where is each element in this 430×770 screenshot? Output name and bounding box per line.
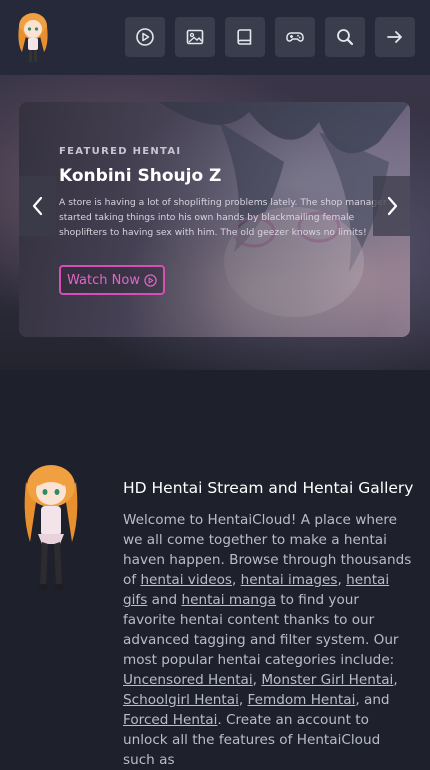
about-text: ,	[337, 572, 347, 588]
about-text: ,	[393, 672, 398, 688]
search-nav-button[interactable]	[325, 17, 365, 57]
videos-nav-button[interactable]	[125, 17, 165, 57]
manga-nav-button[interactable]	[225, 17, 265, 57]
watch-now-button[interactable]: Watch Now	[59, 265, 165, 295]
featured-description: A store is having a lot of shoplifting p…	[59, 197, 387, 238]
forced-hentai-link[interactable]: Forced Hentai	[123, 712, 217, 728]
site-logo[interactable]	[12, 10, 54, 64]
arrow-right-icon	[387, 31, 402, 43]
schoolgirl-hentai-link[interactable]: Schoolgirl Hentai	[123, 692, 239, 708]
next-slide-button[interactable]	[373, 176, 410, 236]
about-heading: HD Hentai Stream and Hentai Gallery	[123, 479, 414, 497]
search-icon	[337, 29, 354, 46]
chevron-left-icon	[32, 196, 42, 216]
play-icon	[136, 28, 154, 46]
hentai-videos-link[interactable]: hentai videos	[140, 572, 232, 588]
mascot-illustration	[16, 462, 86, 594]
chevron-right-icon	[387, 196, 397, 216]
featured-title[interactable]: Konbini Shoujo Z	[59, 166, 221, 186]
about-text: ,	[232, 572, 241, 588]
play-circle-icon	[144, 273, 157, 287]
previous-slide-button[interactable]	[19, 176, 56, 236]
top-navigation-bar	[0, 0, 430, 75]
about-text: and	[147, 592, 182, 608]
uncensored-hentai-link[interactable]: Uncensored Hentai	[123, 672, 253, 688]
login-nav-button[interactable]	[375, 17, 415, 57]
featured-slide[interactable]: FEATURED HENTAI Konbini Shoujo Z A store…	[19, 102, 410, 337]
gamepad-icon	[286, 32, 304, 42]
featured-label: FEATURED HENTAI	[59, 146, 182, 157]
about-text: , and	[355, 692, 390, 708]
image-icon	[186, 29, 204, 45]
about-text: ,	[238, 692, 248, 708]
hentai-manga-link[interactable]: hentai manga	[182, 592, 277, 608]
about-paragraph: Welcome to HentaiCloud! A place where we…	[123, 510, 415, 770]
images-nav-button[interactable]	[175, 17, 215, 57]
femdom-hentai-link[interactable]: Femdom Hentai	[248, 692, 356, 708]
book-icon	[237, 29, 252, 45]
monster-girl-hentai-link[interactable]: Monster Girl Hentai	[261, 672, 393, 688]
watch-now-label: Watch Now	[67, 272, 140, 288]
hentai-images-link[interactable]: hentai images	[241, 572, 338, 588]
games-nav-button[interactable]	[275, 17, 315, 57]
